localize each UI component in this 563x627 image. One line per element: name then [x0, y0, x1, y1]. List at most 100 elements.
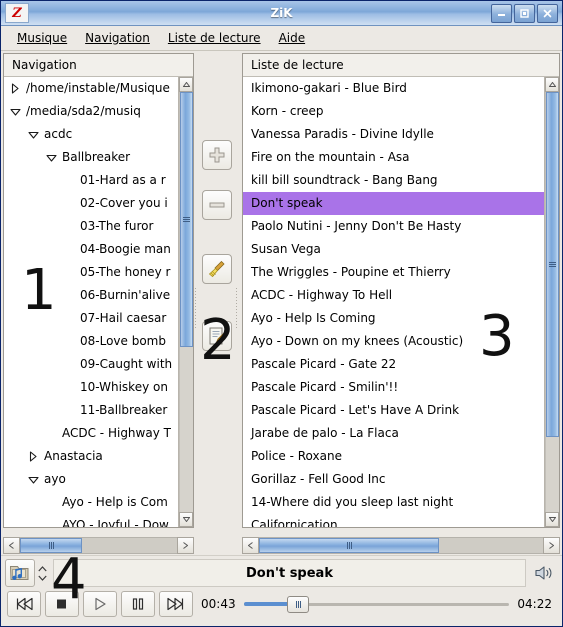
stop-icon	[57, 599, 66, 609]
menu-navigation[interactable]: Navigation	[77, 28, 158, 48]
tree-item[interactable]: 09-Caught with	[4, 353, 178, 376]
nav-scroll-thumb[interactable]	[180, 92, 193, 347]
menu-liste-de-lecture[interactable]: Liste de lecture	[160, 28, 269, 48]
chevron-right-icon[interactable]	[26, 445, 40, 468]
playlist-row[interactable]: Police - Roxane	[243, 445, 544, 468]
tree-item[interactable]: Ballbreaker	[4, 146, 178, 169]
navigation-hscrollbar[interactable]	[3, 537, 194, 554]
playlist-row[interactable]: Pascale Picard - Let's Have A Drink	[243, 399, 544, 422]
playlist-hscroll-left-button[interactable]	[242, 537, 259, 554]
playlist-row[interactable]: Pascale Picard - Smilin'!!	[243, 376, 544, 399]
splitter-handle-left[interactable]	[194, 286, 198, 328]
playlist-hscrollbar[interactable]	[242, 537, 560, 554]
chevron-down-icon[interactable]	[26, 123, 40, 146]
playlist-row[interactable]: The Wriggles - Poupine et Thierry	[243, 261, 544, 284]
menu-musique[interactable]: Musique	[9, 28, 75, 48]
tree-item-label: 08-Love bomb	[80, 334, 166, 348]
tree-item[interactable]: ACDC - Highway T	[4, 422, 178, 445]
nav-scroll-track[interactable]	[179, 92, 193, 512]
playlist-row[interactable]: Ayo - Help Is Coming	[243, 307, 544, 330]
player-top-row: Don't speak	[1, 556, 562, 590]
tree-item[interactable]: AYO - Joyful - Dow	[4, 514, 178, 527]
remove-button[interactable]	[202, 190, 232, 220]
playlist-hscroll-right-button[interactable]	[543, 537, 560, 554]
tree-item[interactable]: 02-Cover you i	[4, 192, 178, 215]
playlist-row[interactable]: kill bill soundtrack - Bang Bang	[243, 169, 544, 192]
stop-button[interactable]	[45, 591, 79, 617]
playlist-row[interactable]: Korn - creep	[243, 100, 544, 123]
tree-item[interactable]: 01-Hard as a r	[4, 169, 178, 192]
playlist-row[interactable]: ACDC - Highway To Hell	[243, 284, 544, 307]
playlist-scroll-track[interactable]	[545, 92, 559, 512]
playlist-row[interactable]: Californication	[243, 514, 544, 527]
chevron-right-icon[interactable]	[8, 77, 22, 100]
nav-scroll-down-button[interactable]	[179, 512, 193, 527]
playlist-row[interactable]: Vanessa Paradis - Divine Idylle	[243, 123, 544, 146]
nav-hscroll-track[interactable]	[20, 537, 177, 554]
playlist-row[interactable]: Ikimono-gakari - Blue Bird	[243, 77, 544, 100]
playlist-row-selected[interactable]: Don't speak	[243, 192, 544, 215]
chevron-down-icon[interactable]	[44, 146, 58, 169]
playlist-vscrollbar[interactable]	[544, 77, 559, 527]
playlist-scroll-down-button[interactable]	[545, 512, 559, 527]
playlist-list[interactable]: Ikimono-gakari - Blue Bird Korn - creep Va…	[243, 77, 544, 527]
playlist-row[interactable]: Paolo Nutini - Jenny Don't Be Hasty	[243, 215, 544, 238]
next-button[interactable]	[159, 591, 193, 617]
tree-item[interactable]: /home/instable/Musique	[4, 77, 178, 100]
menu-liste-label: Liste de lecture	[167, 31, 261, 45]
clear-button[interactable]	[202, 254, 232, 284]
playlist-row[interactable]: Jarabe de palo - La Flaca	[243, 422, 544, 445]
play-button[interactable]	[83, 591, 117, 617]
tree-item[interactable]: 05-The honey r	[4, 261, 178, 284]
playlist-row[interactable]: Pascale Picard - Gate 22	[243, 353, 544, 376]
nav-scroll-up-button[interactable]	[179, 77, 193, 92]
tree-item[interactable]: 11-Ballbreaker	[4, 399, 178, 422]
playlist-hscroll-thumb[interactable]	[259, 538, 439, 553]
maximize-button[interactable]	[514, 3, 535, 23]
chevron-down-icon	[37, 575, 47, 581]
volume-button[interactable]	[530, 559, 558, 587]
chevron-down-icon[interactable]	[26, 468, 40, 491]
tree-item-label: 07-Hail caesar	[80, 311, 167, 325]
tree-item[interactable]: /media/sda2/musiq	[4, 100, 178, 123]
playlist-row[interactable]: Gorillaz - Fell Good Inc	[243, 468, 544, 491]
playlist-scroll-thumb[interactable]	[546, 92, 559, 437]
playlist-row[interactable]: Fire on the mountain - Asa	[243, 146, 544, 169]
tree-item[interactable]: Anastacia	[4, 445, 178, 468]
nav-hscroll-left-button[interactable]	[3, 537, 20, 554]
playlist-scroll-up-button[interactable]	[545, 77, 559, 92]
splitter-handle[interactable]	[235, 286, 239, 328]
tree-item[interactable]: 06-Burnin'alive	[4, 284, 178, 307]
seek-thumb[interactable]	[287, 595, 310, 613]
minimize-button[interactable]	[491, 3, 512, 23]
previous-button[interactable]	[7, 591, 41, 617]
pause-button[interactable]	[121, 591, 155, 617]
open-music-button[interactable]	[5, 559, 35, 587]
edit-button[interactable]	[202, 321, 232, 351]
tree-item[interactable]: 08-Love bomb	[4, 330, 178, 353]
chevron-down-icon[interactable]	[8, 100, 22, 123]
grip-icon	[346, 542, 352, 549]
nav-hscroll-right-button[interactable]	[177, 537, 194, 554]
tree-item[interactable]: 10-Whiskey on	[4, 376, 178, 399]
menu-aide[interactable]: Aide	[271, 28, 314, 48]
add-button[interactable]	[202, 140, 232, 170]
playlist-row[interactable]: 14-Where did you sleep last night	[243, 491, 544, 514]
nav-hscroll-thumb[interactable]	[20, 538, 82, 553]
playlist-hscroll-track[interactable]	[259, 537, 543, 554]
title-bar[interactable]: Z ZiK	[1, 1, 562, 26]
navigation-vscrollbar[interactable]	[178, 77, 193, 527]
track-stepper[interactable]	[35, 559, 49, 587]
close-button[interactable]	[537, 3, 558, 23]
tree-item[interactable]: acdc	[4, 123, 178, 146]
playlist-row[interactable]: Ayo - Down on my knees (Acoustic)	[243, 330, 544, 353]
tree-item[interactable]: 04-Boogie man	[4, 238, 178, 261]
tree-item[interactable]: Ayo - Help is Com	[4, 491, 178, 514]
tree-item[interactable]: 03-The furor	[4, 215, 178, 238]
navigation-tree[interactable]: /home/instable/Musique/media/sda2/musiq a…	[4, 77, 178, 527]
seek-slider[interactable]	[243, 591, 510, 617]
main-area: Navigation /home/instable/Musique/media/…	[1, 51, 562, 536]
playlist-row[interactable]: Susan Vega	[243, 238, 544, 261]
tree-item[interactable]: 07-Hail caesar	[4, 307, 178, 330]
tree-item[interactable]: ayo	[4, 468, 178, 491]
